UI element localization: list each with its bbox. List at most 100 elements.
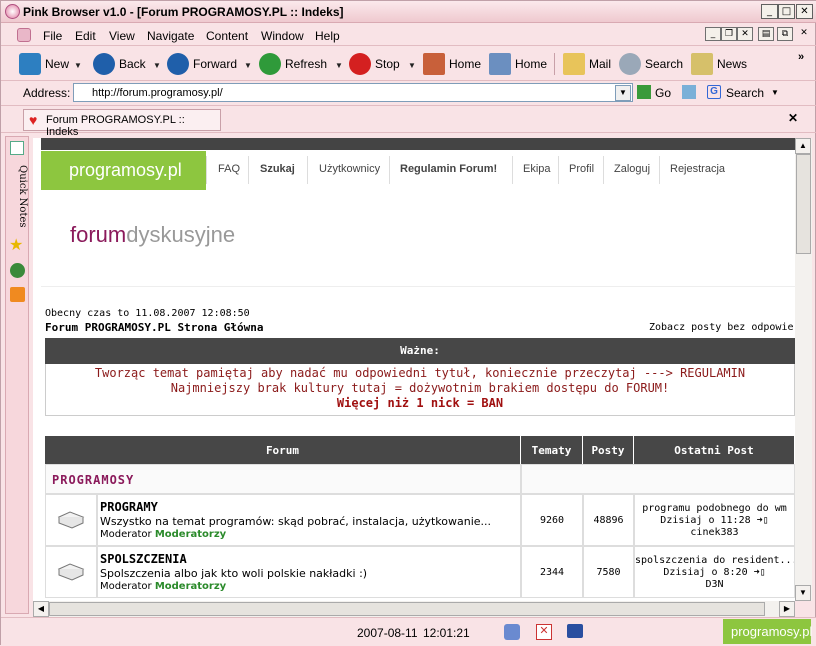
back-dropdown[interactable]: ▼ bbox=[153, 61, 161, 70]
horizontal-scroll-thumb[interactable] bbox=[49, 602, 765, 616]
popup-blocker-icon[interactable]: ✕ bbox=[536, 624, 552, 640]
new-button[interactable]: New bbox=[19, 53, 69, 75]
scroll-down-button[interactable]: ▼ bbox=[795, 585, 811, 601]
heart-icon: ♥ bbox=[29, 112, 38, 128]
forward-button[interactable]: Forward bbox=[167, 53, 237, 75]
favorites-star-icon[interactable]: ★ bbox=[9, 238, 23, 254]
moderator-link[interactable]: Moderatorzy bbox=[155, 581, 226, 592]
category-row: PROGRAMOSY bbox=[45, 464, 521, 494]
last-post-arrow-icon[interactable]: ➜▯ bbox=[754, 567, 766, 578]
vertical-scroll-thumb[interactable] bbox=[796, 154, 811, 254]
quick-notes-label[interactable]: Quick Notes bbox=[6, 161, 28, 231]
new-dropdown[interactable]: ▼ bbox=[74, 61, 82, 70]
vertical-scrollbar[interactable]: ▲ ▼ bbox=[795, 138, 812, 601]
mdi-close-button[interactable]: ✕ bbox=[737, 27, 753, 41]
mail-button[interactable]: Mail bbox=[563, 53, 611, 75]
notes-icon[interactable] bbox=[10, 141, 24, 155]
site-logo[interactable]: programosy.pl bbox=[41, 151, 206, 190]
category-programosy[interactable]: PROGRAMOSY bbox=[52, 473, 134, 487]
last-post-user[interactable]: D3N bbox=[635, 579, 794, 591]
maximize-button[interactable]: □ bbox=[778, 4, 795, 19]
scroll-left-button[interactable]: ◀ bbox=[33, 601, 49, 617]
toolbar-overflow-chevron-icon[interactable]: » bbox=[798, 51, 804, 63]
stop-dropdown[interactable]: ▼ bbox=[408, 61, 416, 70]
tab-bar: ♥ Forum PROGRAMOSY.PL :: Indeks ✕ bbox=[1, 105, 816, 138]
close-all-button[interactable]: ✕ bbox=[796, 27, 812, 41]
tab-close-icon[interactable]: ✕ bbox=[788, 111, 798, 125]
stop-button[interactable]: Stop bbox=[349, 53, 400, 75]
refresh-icon bbox=[259, 53, 281, 75]
forum-title-link[interactable]: PROGRAMY bbox=[100, 500, 158, 514]
divider bbox=[41, 286, 795, 287]
topics-count: 9260 bbox=[521, 494, 583, 546]
header-posts: Posty bbox=[583, 436, 634, 464]
tab-forum[interactable]: ♥ Forum PROGRAMOSY.PL :: Indeks bbox=[23, 109, 221, 138]
home-button[interactable]: Home bbox=[423, 53, 481, 75]
forum-title-link[interactable]: SPOLSZCZENIA bbox=[100, 552, 187, 566]
menu-window[interactable]: Window bbox=[261, 29, 304, 43]
nav-szukaj[interactable]: Szukaj bbox=[260, 163, 295, 175]
close-button[interactable]: ✕ bbox=[796, 4, 813, 19]
back-button[interactable]: Back bbox=[93, 53, 146, 75]
rss-icon[interactable] bbox=[10, 287, 25, 302]
status-bar: 2007-08-11 12:01:21 ✕ programosy.pl bbox=[1, 617, 816, 646]
moderator-link[interactable]: Moderatorzy bbox=[155, 529, 226, 540]
home-alt-button[interactable]: Home bbox=[489, 53, 547, 75]
search-button[interactable]: Search bbox=[619, 53, 683, 75]
unanswered-posts-link[interactable]: Zobacz posty bez odpowie bbox=[649, 322, 794, 333]
address-dropdown[interactable]: ▼ bbox=[615, 85, 631, 101]
header-last-post: Ostatni Post bbox=[634, 436, 795, 464]
address-input[interactable] bbox=[73, 83, 633, 102]
news-button[interactable]: News bbox=[691, 53, 747, 75]
menu-navigate[interactable]: Navigate bbox=[147, 29, 194, 43]
nav-separator bbox=[307, 156, 308, 184]
menu-view[interactable]: View bbox=[109, 29, 135, 43]
home-link[interactable]: Forum PROGRAMOSY.PL Strona Główna bbox=[45, 321, 264, 334]
mdi-minimize-button[interactable]: _ bbox=[705, 27, 721, 41]
menu-file[interactable]: File bbox=[43, 29, 62, 43]
refresh-button[interactable]: Refresh bbox=[259, 53, 327, 75]
nav-rejestracja[interactable]: Rejestracja bbox=[670, 163, 725, 175]
new-icon bbox=[19, 53, 41, 75]
nav-zaloguj[interactable]: Zaloguj bbox=[614, 163, 650, 175]
forum-row-spolszczenia: SPOLSZCZENIA Spolszczenia albo jak kto w… bbox=[97, 546, 521, 598]
last-post-date: Dzisiaj o 11:28 bbox=[660, 515, 751, 526]
refresh-small-icon[interactable] bbox=[682, 85, 696, 99]
google-icon: G bbox=[707, 85, 721, 99]
monitor-icon[interactable] bbox=[567, 624, 583, 638]
mdi-restore-button[interactable]: ❐ bbox=[721, 27, 737, 41]
search-engine-button[interactable]: Search bbox=[726, 86, 764, 100]
menu-help[interactable]: Help bbox=[315, 29, 340, 43]
refresh-dropdown[interactable]: ▼ bbox=[335, 61, 343, 70]
forum-banner: forumdyskusyjne bbox=[70, 222, 235, 248]
nav-regulamin[interactable]: Regulamin Forum! bbox=[400, 163, 497, 175]
forum-description: Wszystko na temat programów: skąd pobrać… bbox=[100, 515, 492, 528]
address-label: Address: bbox=[23, 86, 71, 100]
last-post-title[interactable]: spolszczenia do resident... bbox=[635, 555, 794, 567]
cascade-button[interactable]: ⧉ bbox=[777, 27, 793, 41]
forward-dropdown[interactable]: ▼ bbox=[244, 61, 252, 70]
nav-ekipa[interactable]: Ekipa bbox=[523, 163, 551, 175]
nav-faq[interactable]: FAQ bbox=[218, 163, 240, 175]
tile-button[interactable]: ▤ bbox=[758, 27, 774, 41]
nav-profil[interactable]: Profil bbox=[569, 163, 594, 175]
scroll-right-button[interactable]: ▶ bbox=[779, 601, 795, 617]
minimize-button[interactable]: _ bbox=[761, 4, 778, 19]
nav-uzytkownicy[interactable]: Użytkownicy bbox=[319, 163, 380, 175]
last-post-arrow-icon[interactable]: ➜▯ bbox=[757, 515, 769, 526]
globe-icon[interactable] bbox=[10, 263, 25, 278]
current-time: Obecny czas to 11.08.2007 12:08:50 bbox=[45, 308, 250, 319]
search-engine-dropdown[interactable]: ▼ bbox=[771, 88, 779, 97]
menu-content[interactable]: Content bbox=[206, 29, 248, 43]
nav-separator bbox=[248, 156, 249, 184]
forum-status-cell bbox=[45, 546, 97, 598]
scroll-up-button[interactable]: ▲ bbox=[795, 138, 811, 154]
last-post-title[interactable]: programu podobnego do wm bbox=[635, 503, 794, 515]
go-button[interactable]: Go bbox=[655, 86, 671, 100]
horizontal-scrollbar[interactable]: ◀ ▶ bbox=[33, 601, 795, 617]
menu-edit[interactable]: Edit bbox=[75, 29, 96, 43]
nav-separator bbox=[512, 156, 513, 184]
plugin-icon[interactable] bbox=[504, 624, 520, 640]
last-post-user[interactable]: cinek383 bbox=[635, 527, 794, 539]
header-forum: Forum bbox=[45, 436, 521, 464]
